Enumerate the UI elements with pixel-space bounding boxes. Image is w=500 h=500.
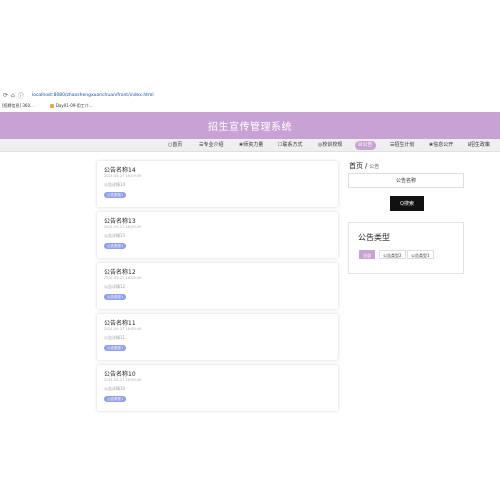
notice-title[interactable]: 公告名称13 bbox=[104, 216, 136, 225]
search-input[interactable]: 公告名称 bbox=[348, 173, 464, 188]
notice-card[interactable]: 公告名称11 2021-05-27 16:09:49 公告详情11 公告类型1 bbox=[97, 314, 338, 360]
notice-title[interactable]: 公告名称12 bbox=[104, 267, 136, 276]
bookmarks-bar: [招聘信息] 360... Day01-09-用工介... bbox=[0, 101, 500, 110]
breadcrumb: 首页 / 公告 bbox=[349, 161, 379, 171]
notice-date: 2021-05-27 16:09:49 bbox=[104, 225, 142, 229]
folder-icon bbox=[49, 103, 54, 108]
notice-desc: 公告详情12 bbox=[104, 284, 126, 289]
notice-title[interactable]: 公告名称11 bbox=[104, 318, 136, 327]
type-chip[interactable]: 公告类型1 bbox=[407, 250, 434, 259]
address-bar[interactable]: localhost:8080/zhaoshengxuanchuan/front/… bbox=[32, 93, 154, 98]
main-nav: ○首页 ☰专业介绍 ❀师资力量 ☐联系方式 ◎校训校规 ☒公告 ☰招生计划 ❀信… bbox=[0, 139, 500, 152]
site-info-icon[interactable]: ⓘ bbox=[18, 91, 24, 100]
site-title: 招生宣传管理系统 bbox=[208, 122, 292, 133]
reload-icon[interactable]: ⟳ bbox=[3, 92, 8, 99]
nav-item-disclosure[interactable]: ❀信息公开 bbox=[429, 141, 453, 150]
nav-label: 首页 bbox=[172, 142, 183, 148]
notice-desc: 公告详情10 bbox=[104, 386, 126, 391]
bookmark-label: Day01-09-用工介... bbox=[55, 102, 93, 108]
bookmark-label: [招聘信息] 360... bbox=[2, 102, 34, 108]
type-chip[interactable]: 公告类型2 bbox=[379, 250, 406, 259]
nav-item-rules[interactable]: ◎校训校规 bbox=[318, 141, 342, 150]
notice-card[interactable]: 公告名称10 2021-05-27 16:09:49 公告详情10 公告类型1 bbox=[97, 365, 338, 411]
notice-type-title: 公告类型 bbox=[358, 233, 390, 242]
notice-title[interactable]: 公告名称14 bbox=[104, 165, 136, 174]
page: ⟳ ⌂ ⓘ localhost:8080/zhaoshengxuanchuan/… bbox=[0, 0, 500, 500]
nav-item-plan[interactable]: ☰招生计划 bbox=[390, 141, 415, 150]
nav-item-contact[interactable]: ☐联系方式 bbox=[278, 141, 303, 150]
notice-desc: 公告详情11 bbox=[104, 335, 126, 340]
notice-card[interactable]: 公告名称13 2021-05-27 16:09:49 公告详情13 公告类型1 bbox=[97, 212, 338, 258]
notice-card[interactable]: 公告名称14 2021-05-27 16:09:49 公告详情14 公告类型1 bbox=[97, 161, 338, 207]
browser-toolbar: ⟳ ⌂ ⓘ localhost:8080/zhaoshengxuanchuan/… bbox=[0, 90, 500, 100]
search-button[interactable]: Q搜索 bbox=[390, 196, 424, 211]
nav-label: 师资力量 bbox=[243, 142, 264, 148]
notice-desc: 公告详情13 bbox=[104, 233, 126, 238]
breadcrumb-separator: / bbox=[365, 162, 368, 170]
notice-date: 2021-05-27 16:09:49 bbox=[104, 174, 142, 178]
nav-item-majors[interactable]: ☰专业介绍 bbox=[199, 141, 224, 150]
notice-type-badge: 公告类型1 bbox=[104, 396, 127, 402]
notice-type-badge: 公告类型1 bbox=[104, 243, 127, 249]
nav-label: 招生政策 bbox=[469, 142, 490, 148]
notice-title[interactable]: 公告名称10 bbox=[104, 369, 136, 378]
home-icon[interactable]: ⌂ bbox=[11, 92, 15, 99]
nav-item-policy[interactable]: ℹ招生政策 bbox=[468, 141, 490, 150]
breadcrumb-home[interactable]: 首页 bbox=[349, 162, 363, 170]
site-header: 招生宣传管理系统 bbox=[0, 112, 500, 139]
nav-item-home[interactable]: ○首页 bbox=[168, 141, 182, 150]
notice-type-panel: 公告类型 全部 公告类型2 公告类型1 bbox=[348, 222, 464, 274]
nav-label: 招生计划 bbox=[394, 142, 415, 148]
notice-date: 2021-05-27 16:09:49 bbox=[104, 327, 142, 331]
bookmark-item[interactable]: [招聘信息] 360... bbox=[2, 103, 34, 109]
nav-item-faculty[interactable]: ❀师资力量 bbox=[239, 141, 263, 150]
nav-label: 联系方式 bbox=[282, 142, 303, 148]
nav-label: 信息公开 bbox=[433, 142, 454, 148]
nav-label: 公告 bbox=[362, 142, 373, 148]
notice-type-badge: 公告类型1 bbox=[104, 345, 127, 351]
nav-label: 专业介绍 bbox=[203, 142, 224, 148]
notice-card[interactable]: 公告名称12 2021-05-27 16:09:49 公告详情12 公告类型1 bbox=[97, 263, 338, 309]
notice-type-badge: 公告类型1 bbox=[104, 192, 127, 198]
nav-label: 校训校规 bbox=[322, 142, 343, 148]
breadcrumb-current: 公告 bbox=[369, 164, 380, 170]
notice-desc: 公告详情14 bbox=[104, 182, 126, 187]
notice-type-badge: 公告类型1 bbox=[104, 294, 127, 300]
notice-date: 2021-05-27 16:09:49 bbox=[104, 276, 142, 280]
bookmark-item[interactable]: Day01-09-用工介... bbox=[49, 102, 93, 109]
search-placeholder: 公告名称 bbox=[395, 178, 416, 184]
type-chip-all[interactable]: 全部 bbox=[359, 250, 375, 259]
nav-item-notices[interactable]: ☒公告 bbox=[355, 141, 376, 150]
notice-date: 2021-05-27 16:09:49 bbox=[104, 378, 142, 382]
